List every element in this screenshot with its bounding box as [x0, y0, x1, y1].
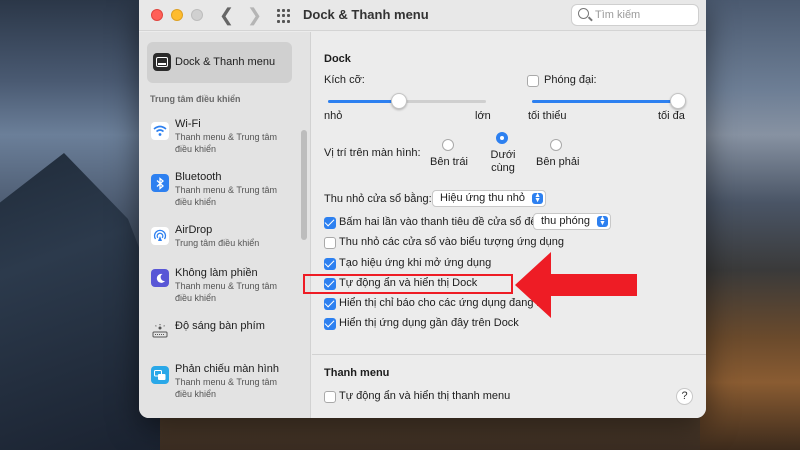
zoom-window-button[interactable] — [191, 9, 203, 21]
minimize-into-app-checkbox[interactable] — [324, 237, 336, 249]
chevron-updown-icon: ▲ ▼ — [532, 192, 544, 204]
show-all-grid-icon[interactable] — [277, 9, 291, 23]
search-icon — [578, 8, 589, 19]
sidebar-section-header: Trung tâm điều khiển — [150, 94, 241, 104]
sidebar-item-dock-menubar[interactable]: Dock & Thanh menu — [147, 42, 292, 83]
size-label: Kích cỡ: — [324, 74, 365, 86]
show-recent-apps-label: Hiển thị ứng dụng gần đây trên Dock — [339, 317, 519, 329]
sidebar-item-label: Phản chiếu màn hình — [175, 363, 279, 375]
magnification-slider[interactable] — [532, 93, 686, 109]
autohide-menubar-checkbox[interactable] — [324, 391, 336, 403]
position-bottom-label: Dưới cùng — [490, 149, 516, 174]
search-placeholder: Tìm kiếm — [595, 9, 641, 21]
magnification-checkbox[interactable] — [527, 75, 539, 87]
close-window-button[interactable] — [151, 9, 163, 21]
annotation-highlight-box — [303, 274, 513, 294]
bluetooth-icon — [151, 174, 169, 192]
moon-icon — [151, 269, 169, 287]
sidebar-item-subtitle: Thanh menu & Trung tâm điều khiển — [175, 185, 278, 207]
animate-opening-checkbox[interactable] — [324, 258, 336, 270]
title-bar: ❮ ❯ Dock & Thanh menu Tìm kiếm — [139, 0, 706, 31]
sidebar-item-label: Bluetooth — [175, 171, 222, 183]
magnification-label: Phóng đại: — [544, 74, 597, 86]
sidebar: Dock & Thanh menu Trung tâm điều khiển W… — [139, 32, 311, 418]
annotation-arrow-icon — [515, 252, 637, 318]
minimize-label: Thu nhỏ cửa sổ bằng: — [324, 193, 432, 205]
forward-arrow-icon[interactable]: ❯ — [247, 5, 262, 25]
sidebar-item-subtitle: Thanh menu & Trung tâm điều khiển — [175, 281, 278, 303]
animate-opening-label: Tạo hiệu ứng khi mở ứng dụng — [339, 257, 492, 269]
dock-icon — [153, 53, 171, 71]
size-slider-knob[interactable] — [391, 93, 407, 109]
preferences-window: ❮ ❯ Dock & Thanh menu Tìm kiếm Dock & Th… — [139, 0, 706, 418]
double-click-label: Bấm hai lần vào thanh tiêu đề cửa sổ để — [339, 216, 537, 228]
wifi-icon — [151, 122, 169, 140]
wallpaper-mountain-right — [700, 0, 800, 450]
search-input[interactable]: Tìm kiếm — [571, 4, 699, 26]
minimize-into-app-label: Thu nhỏ các cửa sổ vào biểu tượng ứng dụ… — [339, 236, 565, 248]
keyboard-brightness-icon — [151, 322, 169, 340]
size-min-label: nhỏ — [324, 110, 343, 122]
show-indicators-checkbox[interactable] — [324, 298, 336, 310]
double-click-checkbox[interactable] — [324, 217, 336, 229]
help-button[interactable]: ? — [676, 388, 693, 405]
position-bottom-radio[interactable] — [496, 132, 508, 144]
minimize-effect-select[interactable]: Hiệu ứng thu nhỏ ▲ ▼ — [432, 190, 547, 207]
sidebar-scrollbar[interactable] — [301, 130, 307, 240]
magnification-max-label: tối đa — [658, 110, 685, 122]
section-divider — [312, 354, 706, 355]
sidebar-item-subtitle: Thanh menu & Trung tâm điều khiển — [175, 377, 278, 399]
magnification-min-label: tối thiểu — [528, 110, 567, 122]
position-label: Vị trí trên màn hình: — [324, 147, 421, 159]
position-right-radio[interactable] — [550, 139, 562, 151]
sidebar-item-label: AirDrop — [175, 224, 213, 236]
sidebar-item-subtitle: Thanh menu & Trung tâm điều khiển — [175, 132, 278, 154]
sidebar-item-label: Wi-Fi — [175, 118, 201, 130]
position-right-label: Bên phải — [536, 156, 580, 168]
size-max-label: lớn — [475, 110, 491, 122]
autohide-menubar-label: Tự động ẩn và hiển thị thanh menu — [339, 390, 511, 402]
wallpaper-mountain-left — [0, 153, 160, 450]
sidebar-item-label: Độ sáng bàn phím — [175, 320, 265, 332]
minimize-window-button[interactable] — [171, 9, 183, 21]
dock-settings-pane: Dock Kích cỡ: nhỏ lớn Phóng đại: tối thi… — [312, 32, 706, 418]
magnification-slider-fill — [532, 100, 678, 103]
double-click-action-value: thu phóng — [541, 215, 590, 227]
sidebar-item-subtitle: Trung tâm điều khiển — [175, 238, 260, 248]
chevron-updown-icon: ▲ ▼ — [596, 215, 608, 227]
sidebar-item-label: Không làm phiền — [175, 267, 258, 279]
magnification-slider-knob[interactable] — [670, 93, 686, 109]
size-slider[interactable] — [328, 93, 486, 109]
screen-mirroring-icon — [151, 366, 169, 384]
sidebar-item-label: Dock & Thanh menu — [175, 56, 276, 68]
position-left-radio[interactable] — [442, 139, 454, 151]
airdrop-icon — [151, 227, 169, 245]
show-recent-apps-checkbox[interactable] — [324, 318, 336, 330]
window-title: Dock & Thanh menu — [303, 7, 429, 22]
double-click-action-select[interactable]: thu phóng ▲ ▼ — [533, 213, 611, 230]
back-arrow-icon[interactable]: ❮ — [219, 5, 234, 25]
size-slider-fill — [328, 100, 399, 103]
minimize-effect-value: Hiệu ứng thu nhỏ — [440, 192, 526, 204]
section-title-menubar: Thanh menu — [324, 367, 390, 379]
section-title-dock: Dock — [324, 53, 351, 65]
position-left-label: Bên trái — [430, 156, 468, 168]
